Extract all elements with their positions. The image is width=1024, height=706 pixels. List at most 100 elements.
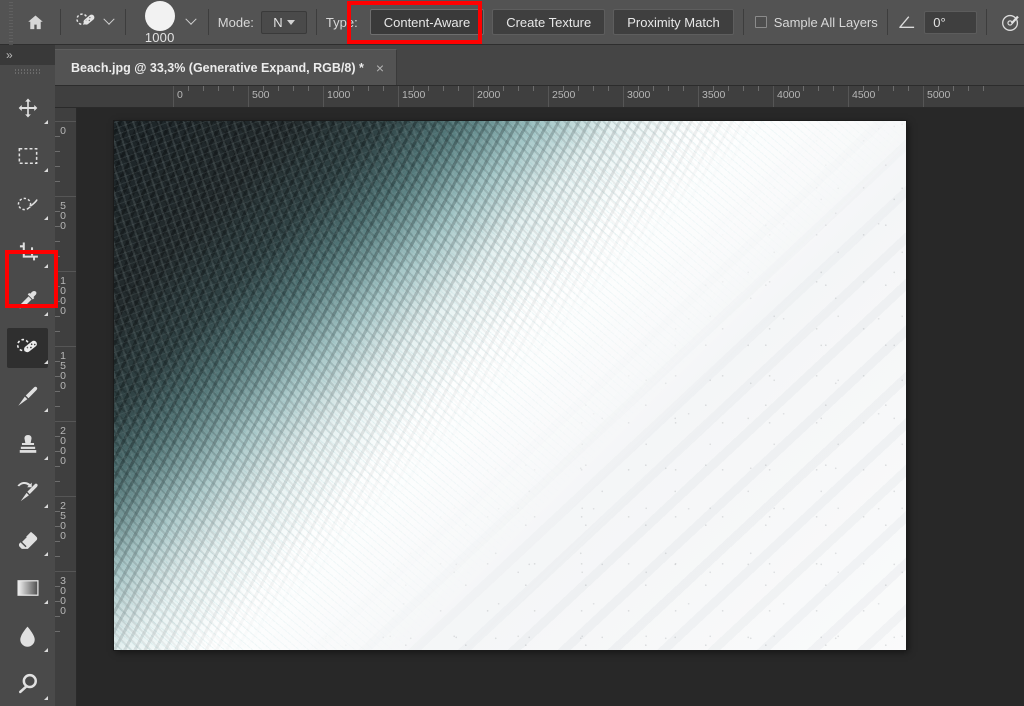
tool-rectangular-marquee-tool[interactable]: [0, 132, 55, 180]
ruler-minor-tick: [308, 86, 309, 91]
tool-history-brush-tool[interactable]: [0, 468, 55, 516]
ruler-minor-tick: [488, 86, 489, 91]
ruler-minor-tick: [55, 136, 60, 137]
ruler-label: 2000: [57, 425, 69, 465]
tool-brush-tool[interactable]: [0, 372, 55, 420]
stamp-icon: [17, 433, 39, 455]
ruler-label: 3000: [627, 89, 651, 101]
ruler-label: 1500: [402, 89, 426, 101]
ruler-minor-tick: [893, 86, 894, 91]
angle-input[interactable]: 0°: [924, 10, 978, 34]
blend-mode-select[interactable]: N: [260, 10, 307, 34]
tool-spot-healing-brush-tool[interactable]: [0, 324, 55, 372]
ruler-minor-tick: [353, 86, 354, 91]
sample-all-layers-checkbox[interactable]: Sample All Layers: [754, 14, 878, 30]
ruler-minor-tick: [55, 166, 60, 167]
ruler-label: 1500: [57, 350, 69, 390]
divider: [315, 9, 317, 35]
ruler-minor-tick: [55, 256, 60, 257]
tool-submenu-indicator[interactable]: [44, 120, 48, 124]
tool-submenu-indicator[interactable]: [44, 312, 48, 316]
tool-submenu-indicator[interactable]: [44, 264, 48, 268]
ruler-minor-tick: [653, 86, 654, 91]
ruler-minor-tick: [188, 86, 189, 91]
ruler-minor-tick: [55, 586, 60, 587]
type-content-aware-button[interactable]: Content-Aware: [369, 9, 485, 35]
artboard[interactable]: [114, 121, 906, 650]
ruler-minor-tick: [55, 376, 60, 377]
close-icon[interactable]: ×: [374, 61, 386, 75]
document-tab[interactable]: Beach.jpg @ 33,3% (Generative Expand, RG…: [55, 49, 398, 85]
ruler-major-tick: [55, 421, 76, 422]
tool-eyedropper-tool[interactable]: [0, 276, 55, 324]
tool-move-tool[interactable]: [0, 84, 55, 132]
ruler-minor-tick: [443, 86, 444, 91]
tool-clone-stamp-tool[interactable]: [0, 420, 55, 468]
horizontal-ruler[interactable]: 0 500 1000 1500 2000 2500 3000 3500 4000 4500 5000: [55, 86, 1024, 108]
ruler-minor-tick: [638, 86, 639, 91]
tool-preset-chevron-down-icon[interactable]: [102, 7, 117, 37]
tool-submenu-indicator[interactable]: [44, 216, 48, 220]
ruler-minor-tick: [758, 86, 759, 91]
ruler-major-tick: [55, 571, 76, 572]
ruler-minor-tick: [458, 86, 459, 91]
toolbar-expand-button[interactable]: »: [0, 45, 55, 65]
brush-icon: [16, 385, 39, 408]
type-proximity-match-button[interactable]: Proximity Match: [613, 9, 734, 35]
options-bar-grip[interactable]: [6, 0, 16, 45]
ruler-minor-tick: [293, 86, 294, 91]
ruler-minor-tick: [55, 511, 60, 512]
type-create-texture-button[interactable]: Create Texture: [492, 9, 606, 35]
eraser-icon: [16, 529, 39, 551]
ruler-minor-tick: [803, 86, 804, 91]
tool-submenu-indicator[interactable]: [44, 696, 48, 700]
ruler-minor-tick: [55, 436, 60, 437]
ruler-minor-tick: [368, 86, 369, 91]
ruler-minor-tick: [788, 86, 789, 91]
tool-submenu-indicator[interactable]: [44, 552, 48, 556]
home-icon[interactable]: [19, 5, 51, 39]
ruler-minor-tick: [55, 466, 60, 467]
type-button-group: Content-Aware Create Texture Proximity M…: [369, 9, 734, 35]
canvas-area[interactable]: [77, 108, 1024, 706]
ruler-minor-tick: [728, 86, 729, 91]
ruler-minor-tick: [983, 86, 984, 91]
tool-blur-tool[interactable]: [0, 612, 55, 660]
ruler-label: 4000: [777, 89, 801, 101]
pressure-size-icon[interactable]: [996, 8, 1024, 36]
ruler-minor-tick: [55, 151, 60, 152]
ruler-label: 500: [252, 89, 270, 101]
ruler-minor-tick: [863, 86, 864, 91]
tool-submenu-indicator[interactable]: [44, 648, 48, 652]
tool-submenu-indicator[interactable]: [44, 456, 48, 460]
checkbox-box: [754, 16, 767, 28]
sample-all-layers-label: Sample All Layers: [773, 14, 878, 30]
brush-size-picker[interactable]: 1000: [135, 0, 183, 45]
vertical-ruler[interactable]: 0 500 1000 1500 2000 2500 3000: [55, 108, 77, 706]
tool-gradient-tool[interactable]: [0, 564, 55, 612]
ruler-minor-tick: [55, 361, 60, 362]
brush-chevron-down-icon[interactable]: [184, 7, 199, 37]
ruler-label: 0: [57, 125, 69, 135]
tool-dodge-tool[interactable]: [0, 660, 55, 706]
tool-submenu-indicator[interactable]: [44, 504, 48, 508]
tools-panel: »: [0, 45, 55, 706]
ruler-minor-tick: [938, 86, 939, 91]
tool-submenu-indicator[interactable]: [44, 600, 48, 604]
ruler-major-tick: [55, 196, 76, 197]
tool-submenu-indicator[interactable]: [44, 408, 48, 412]
ruler-minor-tick: [578, 86, 579, 91]
tool-eraser-tool[interactable]: [0, 516, 55, 564]
tool-crop-tool[interactable]: [0, 228, 55, 276]
eyedropper-icon: [17, 289, 39, 311]
toolbar-drag-handle[interactable]: [0, 65, 55, 78]
tool-submenu-indicator[interactable]: [44, 168, 48, 172]
ruler-minor-tick: [383, 86, 384, 91]
tool-submenu-indicator[interactable]: [44, 360, 48, 364]
ruler-label: 2500: [57, 500, 69, 540]
ruler-minor-tick: [55, 211, 60, 212]
tool-object-selection-tool[interactable]: [0, 180, 55, 228]
spot-healing-brush-icon[interactable]: [70, 6, 102, 38]
divider: [742, 9, 744, 35]
marquee-icon: [17, 146, 39, 166]
